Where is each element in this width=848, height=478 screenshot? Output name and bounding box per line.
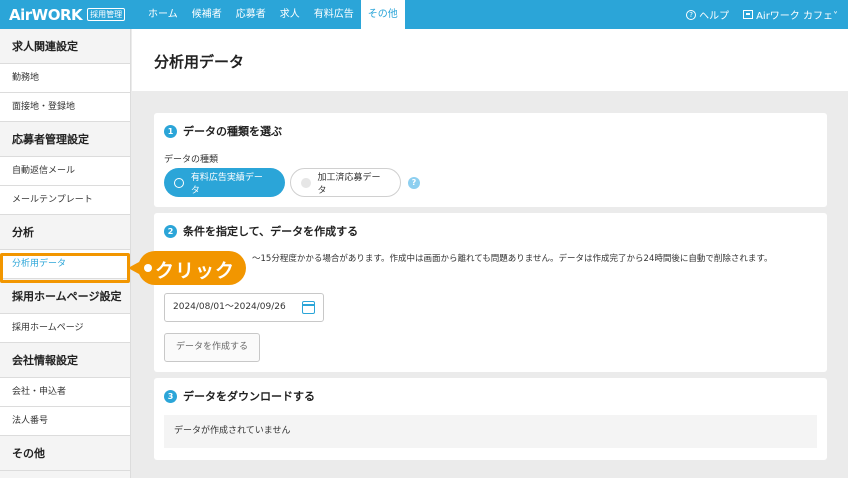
nav-applicants[interactable]: 応募者 bbox=[229, 0, 273, 29]
nav-other[interactable]: その他 bbox=[360, 0, 405, 29]
step3-title: 3 データをダウンロードする bbox=[164, 388, 315, 404]
main-nav: ホーム 候補者 応募者 求人 有料広告 その他 bbox=[141, 0, 405, 29]
sidebar-item-mail-template[interactable]: メールテンプレート bbox=[0, 186, 130, 215]
radio-selected-icon bbox=[174, 177, 184, 188]
step1-title: 1 データの種類を選ぶ bbox=[164, 123, 282, 139]
page-header: 分析用データ bbox=[132, 29, 848, 91]
nav-right: ? ヘルプ Airワーク カフェ˅ bbox=[672, 7, 838, 22]
account-menu[interactable]: Airワーク カフェ˅ bbox=[743, 7, 838, 22]
date-range-input[interactable]: 2024/08/01～2024/09/26 bbox=[164, 293, 324, 322]
sidebar-item-work-location[interactable]: 勤務地 bbox=[0, 64, 130, 93]
sidebar-section-job-settings: 求人関連設定 bbox=[0, 29, 130, 64]
step3-number: 3 bbox=[164, 389, 177, 403]
callout-dot-icon bbox=[144, 264, 152, 272]
data-type-radio-group: 有料広告実績データ 加工済応募データ ? bbox=[164, 168, 420, 197]
logo-text: AirWORK bbox=[9, 5, 83, 24]
sidebar-item-corporate-number[interactable]: 法人番号 bbox=[0, 407, 130, 436]
step2-number: 2 bbox=[164, 224, 177, 238]
creation-note: ～15分程度かかる場合があります。作成中は画面から離れても問題ありません。データ… bbox=[252, 254, 773, 264]
data-type-label: データの種類 bbox=[164, 155, 219, 165]
step1-number: 1 bbox=[164, 124, 177, 138]
sidebar-item-auto-reply-mail[interactable]: 自動返信メール bbox=[0, 157, 130, 186]
step2-card: 2 条件を指定して、データを作成する ～15分程度かかる場合があります。作成中は… bbox=[154, 213, 827, 372]
logo-badge: 採用管理 bbox=[87, 8, 126, 21]
step3-card: 3 データをダウンロードする データが作成されていません bbox=[154, 378, 827, 460]
create-data-button[interactable]: データを作成する bbox=[164, 333, 260, 362]
help-label: ヘルプ bbox=[699, 11, 730, 22]
help-link[interactable]: ? ヘルプ bbox=[686, 7, 729, 22]
radio-processed-applicant-data[interactable]: 加工済応募データ bbox=[290, 168, 401, 197]
radio-unselected-icon bbox=[301, 177, 311, 188]
download-empty-message: データが作成されていません bbox=[164, 415, 817, 448]
sidebar-section-analysis: 分析 bbox=[0, 215, 130, 250]
nav-paid-ads[interactable]: 有料広告 bbox=[307, 0, 361, 29]
radio-paid-ad-data-label: 有料広告実績データ bbox=[190, 172, 263, 196]
nav-jobs[interactable]: 求人 bbox=[273, 0, 307, 29]
step1-title-text: データの種類を選ぶ bbox=[183, 125, 282, 138]
step3-title-text: データをダウンロードする bbox=[183, 390, 315, 403]
sidebar-section-company-settings: 会社情報設定 bbox=[0, 343, 130, 378]
sidebar-section-other: その他 bbox=[0, 436, 130, 471]
sidebar-item-company-applicant[interactable]: 会社・申込者 bbox=[0, 378, 130, 407]
radio-paid-ad-data[interactable]: 有料広告実績データ bbox=[164, 168, 285, 197]
calendar-icon[interactable] bbox=[302, 301, 315, 314]
nav-candidates[interactable]: 候補者 bbox=[185, 0, 229, 29]
help-circle-icon: ? bbox=[686, 9, 697, 20]
radio-processed-applicant-data-label: 加工済応募データ bbox=[317, 172, 381, 196]
question-icon[interactable]: ? bbox=[408, 176, 420, 189]
step2-title: 2 条件を指定して、データを作成する bbox=[164, 223, 358, 239]
date-range-value: 2024/08/01～2024/09/26 bbox=[173, 302, 286, 312]
page-title: 分析用データ bbox=[154, 53, 245, 71]
sidebar-item-interview-location[interactable]: 面接地・登録地 bbox=[0, 93, 130, 122]
callout-text: クリック bbox=[155, 260, 236, 282]
app-logo[interactable]: AirWORK 採用管理 bbox=[9, 0, 141, 29]
sidebar-section-applicant-settings: 応募者管理設定 bbox=[0, 122, 130, 157]
nav-home[interactable]: ホーム bbox=[141, 0, 185, 29]
sidebar-item-recruit-homepage[interactable]: 採用ホームページ bbox=[0, 314, 130, 343]
highlight-frame bbox=[0, 253, 130, 283]
sidebar-section-homepage-settings: 採用ホームページ設定 bbox=[0, 279, 130, 314]
step2-title-text: 条件を指定して、データを作成する bbox=[183, 225, 359, 238]
step1-card: 1 データの種類を選ぶ データの種類 有料広告実績データ 加工済応募データ ? bbox=[154, 113, 827, 207]
building-icon bbox=[743, 10, 754, 19]
top-navigation-bar: AirWORK 採用管理 ホーム 候補者 応募者 求人 有料広告 その他 ? ヘ… bbox=[0, 0, 848, 29]
account-label: Airワーク カフェ˅ bbox=[756, 11, 838, 22]
